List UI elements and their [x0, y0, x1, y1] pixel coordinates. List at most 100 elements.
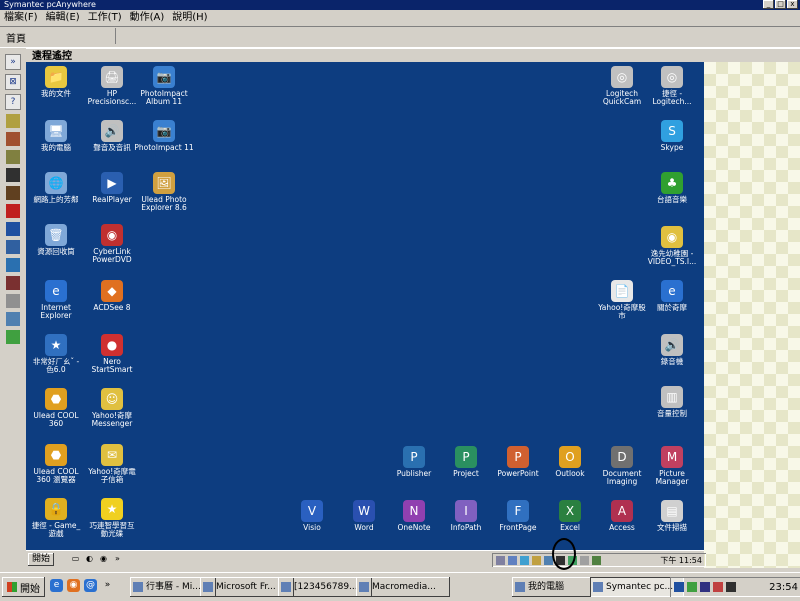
remote-desktop[interactable]: 📁 我的文件 🖨 HP Precisionsc... 📷 PhotoImpact Albu… — [26, 62, 704, 550]
tray-icon-9[interactable] — [592, 555, 601, 565]
session-icon-1[interactable] — [6, 114, 20, 128]
desktop-icon[interactable]: ♣ 台語音樂 — [642, 172, 702, 204]
session-icon-4[interactable] — [6, 168, 20, 182]
session-icon-2[interactable] — [6, 132, 20, 146]
desktop-app-icon: e — [45, 280, 67, 302]
desktop-app-icon: 🖼 — [153, 172, 175, 194]
help-icon[interactable]: ? — [5, 94, 21, 110]
session-icon-7[interactable] — [6, 222, 20, 236]
media-icon[interactable]: ◉ — [98, 554, 109, 565]
tray-app-icon-1[interactable] — [687, 582, 697, 592]
desktop-icon[interactable]: M Picture Manager — [642, 446, 702, 486]
session-icon-5[interactable] — [6, 186, 20, 200]
desktop-icon[interactable]: 🖨 HP Precisionsc... — [82, 66, 142, 106]
desktop-icon[interactable]: 🗑 資源回收筒 — [26, 224, 86, 256]
desktop-icon[interactable]: 🔒 捷徑 - Game_ 遊戲 — [26, 498, 86, 538]
desktop-icon[interactable]: ▤ 文件掃描 — [642, 500, 702, 532]
desktop-icon[interactable]: 🔊 聲音及音訊 — [82, 120, 142, 152]
menu-file[interactable]: 檔案(F) — [0, 10, 42, 26]
desktop-icon[interactable]: 🔊 錄音機 — [642, 334, 702, 366]
outlook-icon[interactable]: @ — [84, 579, 97, 592]
desktop-icon[interactable]: ◎ 捷徑 - Logitech... — [642, 66, 702, 106]
menu-task[interactable]: 工作(T) — [84, 10, 126, 26]
network-icon[interactable] — [674, 582, 684, 592]
desktop-icon[interactable]: ▥ 音量控制 — [642, 386, 702, 418]
desktop-icon[interactable]: 📁 我的文件 — [26, 66, 86, 98]
session-icon-9[interactable] — [6, 258, 20, 272]
desktop-icon-label: 錄音機 — [660, 357, 684, 366]
menu-edit[interactable]: 編輯(E) — [42, 10, 84, 26]
desktop-icon[interactable]: ● Nero StartSmart — [82, 334, 142, 374]
desktop-app-icon: 🔒 — [45, 498, 67, 520]
tray-icon-2[interactable] — [508, 555, 517, 565]
close-button[interactable]: x — [787, 0, 798, 9]
session-icon-6[interactable] — [6, 204, 20, 218]
desktop-icon[interactable]: O Outlook — [540, 446, 600, 478]
desktop-icon[interactable]: e 關於奇摩 — [642, 280, 702, 312]
maximize-button[interactable]: □ — [775, 0, 786, 9]
desktop-app-icon: N — [403, 500, 425, 522]
expand-icon[interactable]: » — [5, 54, 21, 70]
home-link[interactable]: 首頁 — [0, 30, 26, 45]
session-icon-3[interactable] — [6, 150, 20, 164]
tray-app-icon-2[interactable] — [700, 582, 710, 592]
ie-icon[interactable]: e — [50, 579, 63, 592]
task-macromedia[interactable]: Macromedia... — [356, 577, 450, 597]
desktop-icon[interactable]: ⬣ Ulead COOL 360 — [26, 388, 86, 428]
session-icon-12[interactable] — [6, 312, 20, 326]
menu-action[interactable]: 動作(A) — [126, 10, 169, 26]
desktop-icon[interactable]: ⬣ Ulead COOL 360 瀏覽器 — [26, 444, 86, 484]
desktop-icon[interactable]: 🌐 網路上的芳鄰 — [26, 172, 86, 204]
toolbar-divider — [115, 28, 116, 44]
tray-app-icon-4[interactable] — [726, 582, 736, 592]
desktop-icon[interactable]: X Excel — [540, 500, 600, 532]
tray-icon-3[interactable] — [520, 555, 529, 565]
desktop-icon[interactable]: ✉ Yahoo!奇摩電 子信箱 — [82, 444, 142, 484]
browser-icon[interactable]: ◐ — [84, 554, 95, 565]
desktop-app-icon: X — [559, 500, 581, 522]
desktop-icon[interactable]: ◉ CyberLink PowerDVD — [82, 224, 142, 264]
desktop-icon-label: Picture Manager — [655, 469, 689, 486]
desktop-icon[interactable]: ★ 巧連智學習互 動光碟 — [82, 498, 142, 538]
desktop-icon[interactable]: ★ 非常好ㄏㄠˇ - 色6.0 — [26, 334, 86, 374]
session-icon-11[interactable] — [6, 294, 20, 308]
session-icon-13[interactable] — [6, 330, 20, 344]
start-button[interactable]: 開始 — [2, 577, 45, 597]
media-player-icon[interactable]: ◉ — [67, 579, 80, 592]
desktop-icon[interactable]: ▶ RealPlayer — [82, 172, 142, 204]
desktop-icon[interactable]: ☺ Yahoo!奇摩 Messenger — [82, 388, 142, 428]
show-desktop-icon[interactable]: ▭ — [70, 554, 81, 565]
desktop-icon-label: Internet Explorer — [40, 303, 72, 320]
desktop-icon[interactable]: N OneNote — [384, 500, 444, 532]
desktop-icon[interactable]: 🖥 我的電腦 — [26, 120, 86, 152]
desktop-icon[interactable]: P Publisher — [384, 446, 444, 478]
session-icon-10[interactable] — [6, 276, 20, 290]
tray-icon-4[interactable] — [532, 555, 541, 565]
desktop-icon[interactable]: P Project — [436, 446, 496, 478]
desktop-icon[interactable]: 📷 PhotoImpact Album 11 — [134, 66, 194, 106]
desktop-icon[interactable]: 📷 PhotoImpact 11 — [134, 120, 194, 152]
desktop-icon[interactable]: 🖼 Ulead Photo Explorer 8.6 — [134, 172, 194, 212]
desktop-icon[interactable]: ◆ ACDSee 8 — [82, 280, 142, 312]
menu-help[interactable]: 說明(H) — [168, 10, 211, 26]
desktop-icon[interactable]: S Skype — [642, 120, 702, 152]
desktop-icon[interactable]: I InfoPath — [436, 500, 496, 532]
desktop-icon[interactable]: F FrontPage — [488, 500, 548, 532]
tray-icon-1[interactable] — [496, 555, 505, 565]
chevron-icon[interactable]: » — [112, 554, 123, 565]
chevron-icon[interactable]: » — [101, 579, 114, 592]
desktop-icon-label: RealPlayer — [92, 195, 132, 204]
tray-app-icon-3[interactable] — [713, 582, 723, 592]
desktop-icon[interactable]: e Internet Explorer — [26, 280, 86, 320]
desktop-icon[interactable]: ◉ 逸先幼稚園 - VIDEO_TS.I... — [642, 226, 702, 266]
desktop-icon[interactable]: P PowerPoint — [488, 446, 548, 478]
desktop-app-icon: ▤ — [661, 500, 683, 522]
tray-icon-8[interactable] — [580, 555, 589, 565]
session-icon-8[interactable] — [6, 240, 20, 254]
close-session-icon[interactable]: ⊠ — [5, 74, 21, 90]
minimize-button[interactable]: _ — [763, 0, 774, 9]
remote-start-button[interactable]: 開始 — [28, 553, 54, 566]
desktop-app-icon: D — [611, 446, 633, 468]
desktop-app-icon: ● — [101, 334, 123, 356]
desktop-icon[interactable]: V Visio — [282, 500, 342, 532]
